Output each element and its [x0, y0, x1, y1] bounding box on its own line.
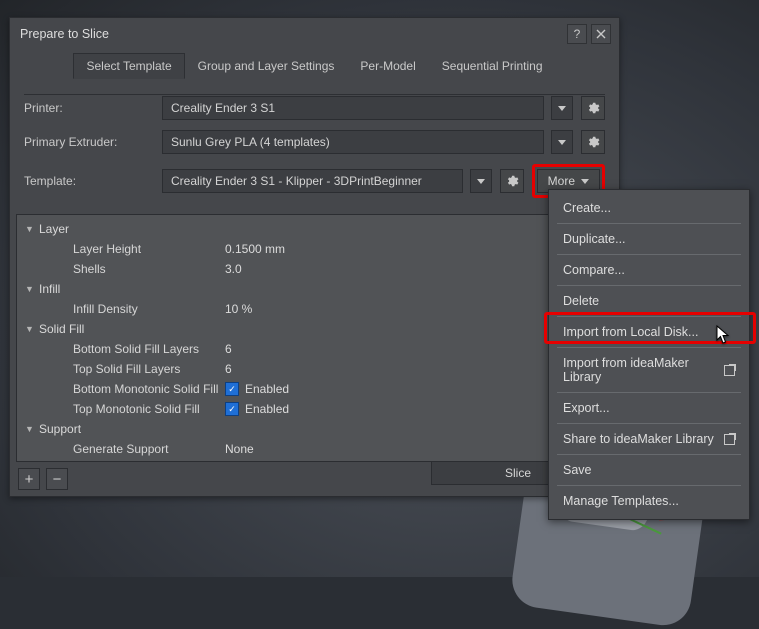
menu-create[interactable]: Create... — [549, 194, 749, 222]
tabs-bar: Select Template Group and Layer Settings… — [10, 52, 619, 78]
category-infill[interactable]: ▼Infill — [17, 279, 612, 299]
printer-label: Printer: — [24, 101, 154, 115]
tab-group-layer[interactable]: Group and Layer Settings — [185, 53, 348, 79]
menu-separator — [557, 285, 741, 286]
prop-top-solid-layers: Top Solid Fill Layers — [17, 362, 225, 376]
more-dropdown-menu: Create... Duplicate... Compare... Delete… — [548, 189, 750, 520]
tab-select-template[interactable]: Select Template — [73, 53, 184, 79]
template-value: Creality Ender 3 S1 - Klipper - 3DPrintB… — [171, 174, 422, 188]
dialog-titlebar: Prepare to Slice ? — [10, 18, 619, 52]
prop-bottom-monotonic: Bottom Monotonic Solid Fill — [17, 382, 225, 396]
template-combo-arrow[interactable] — [470, 169, 492, 193]
val-top-solid-layers: 6 — [225, 362, 232, 376]
extruder-combo-arrow[interactable] — [551, 130, 573, 154]
printer-settings-button[interactable] — [581, 96, 605, 120]
external-link-icon — [724, 365, 735, 376]
add-button[interactable]: + — [18, 468, 40, 490]
gear-icon — [505, 174, 519, 188]
val-shells: 3.0 — [225, 262, 242, 276]
val-infill-density: 10 % — [225, 302, 252, 316]
chevron-down-icon — [477, 179, 485, 184]
printer-combo[interactable]: Creality Ender 3 S1 — [162, 96, 544, 120]
prop-shells: Shells — [17, 262, 225, 276]
prop-generate-support: Generate Support — [17, 442, 225, 456]
extruder-combo[interactable]: Sunlu Grey PLA (4 templates) — [162, 130, 544, 154]
template-properties-panel: ▼Layer Layer Height0.1500 mm Shells3.0 ▼… — [16, 214, 613, 462]
prop-layer-height: Layer Height — [17, 242, 225, 256]
menu-save[interactable]: Save — [549, 456, 749, 484]
tab-per-model[interactable]: Per-Model — [347, 53, 428, 79]
chevron-down-icon — [558, 106, 566, 111]
extruder-label: Primary Extruder: — [24, 135, 154, 149]
val-bottom-solid-layers: 6 — [225, 342, 232, 356]
template-settings-button[interactable] — [500, 169, 524, 193]
menu-separator — [557, 223, 741, 224]
category-support[interactable]: ▼Support — [17, 419, 612, 439]
menu-separator — [557, 254, 741, 255]
menu-duplicate[interactable]: Duplicate... — [549, 225, 749, 253]
gear-icon — [586, 101, 600, 115]
menu-separator — [557, 316, 741, 317]
checkbox-top-monotonic[interactable]: ✓ — [225, 402, 239, 416]
category-layer[interactable]: ▼Layer — [17, 219, 612, 239]
menu-separator — [557, 423, 741, 424]
prop-infill-density: Infill Density — [17, 302, 225, 316]
help-button[interactable]: ? — [567, 24, 587, 44]
menu-manage-templates[interactable]: Manage Templates... — [549, 487, 749, 515]
external-link-icon — [724, 434, 735, 445]
more-button-label: More — [548, 174, 575, 188]
menu-separator — [557, 347, 741, 348]
menu-separator — [557, 454, 741, 455]
menu-separator — [557, 485, 741, 486]
category-solid-fill[interactable]: ▼Solid Fill — [17, 319, 612, 339]
dialog-title: Prepare to Slice — [20, 27, 563, 41]
remove-button[interactable]: − — [46, 468, 68, 490]
menu-share[interactable]: Share to ideaMaker Library — [549, 425, 749, 453]
template-combo[interactable]: Creality Ender 3 S1 - Klipper - 3DPrintB… — [162, 169, 463, 193]
chevron-down-icon — [581, 179, 589, 184]
checkbox-bottom-monotonic[interactable]: ✓ — [225, 382, 239, 396]
gear-icon — [586, 135, 600, 149]
menu-import-ideamaker[interactable]: Import from ideaMaker Library — [549, 349, 749, 391]
template-label: Template: — [24, 174, 154, 188]
extruder-value: Sunlu Grey PLA (4 templates) — [171, 135, 330, 149]
prop-top-monotonic: Top Monotonic Solid Fill — [17, 402, 225, 416]
menu-compare[interactable]: Compare... — [549, 256, 749, 284]
menu-separator — [557, 392, 741, 393]
val-layer-height: 0.1500 mm — [225, 242, 285, 256]
val-generate-support: None — [225, 442, 254, 456]
val-enabled: Enabled — [245, 382, 289, 396]
printer-value: Creality Ender 3 S1 — [171, 101, 275, 115]
close-button[interactable] — [591, 24, 611, 44]
prepare-to-slice-dialog: Prepare to Slice ? Select Template Group… — [9, 17, 620, 497]
tab-sequential[interactable]: Sequential Printing — [429, 53, 556, 79]
menu-export[interactable]: Export... — [549, 394, 749, 422]
val-enabled: Enabled — [245, 402, 289, 416]
chevron-down-icon — [558, 140, 566, 145]
mouse-cursor-icon — [716, 325, 732, 345]
printer-combo-arrow[interactable] — [551, 96, 573, 120]
prop-bottom-solid-layers: Bottom Solid Fill Layers — [17, 342, 225, 356]
menu-delete[interactable]: Delete — [549, 287, 749, 315]
extruder-settings-button[interactable] — [581, 130, 605, 154]
